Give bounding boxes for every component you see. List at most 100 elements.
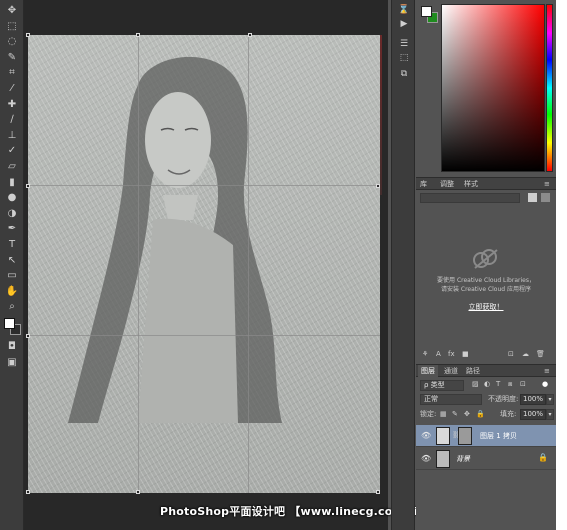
libraries-footer: ⚘ A fx ■ ⊡ ☁ 🗑 — [416, 349, 556, 361]
transform-handle[interactable] — [26, 334, 30, 338]
crop-tool-icon[interactable]: ⌗ — [4, 66, 20, 80]
foreground-color-swatch[interactable] — [4, 318, 15, 329]
photoshop-window: ✥ ⬚ ◌ ✎ ⌗ ⁄ ✚ ∕ ⊥ ✓ ▱ ▮ ● ◑ ✒ T ↖ ▭ ✋ ⌕ ◘ ▣ — [0, 0, 556, 530]
trash-icon[interactable]: 🗑 — [536, 349, 545, 360]
layer-name[interactable]: 图层 1 拷贝 — [480, 431, 517, 441]
char-style-icon[interactable]: A — [436, 349, 441, 360]
navigator-icon[interactable]: ⬚ — [397, 52, 411, 64]
lock-position-icon[interactable]: ✥ — [464, 409, 470, 420]
history-icon[interactable]: ⌛ — [397, 4, 411, 16]
lasso-tool-icon[interactable]: ◌ — [4, 35, 20, 49]
cc-sync-icon[interactable]: ⊡ — [508, 349, 514, 360]
add-content-icon[interactable]: ⚘ — [422, 349, 428, 360]
transform-handle[interactable] — [136, 490, 140, 494]
library-select[interactable] — [420, 193, 520, 203]
layer-kind-filter[interactable]: ρ 类型 — [420, 380, 464, 391]
layer-item[interactable]: 👁 背景 🔒 — [416, 448, 556, 470]
play-action-icon[interactable]: ▶ — [397, 18, 411, 30]
visibility-eye-icon[interactable]: 👁 — [421, 454, 431, 463]
gradient-tool-icon[interactable]: ▮ — [4, 176, 20, 190]
transform-handle[interactable] — [376, 184, 380, 188]
filter-smart-icon[interactable]: ⊡ — [520, 379, 526, 390]
screen-mode-icon[interactable]: ▣ — [4, 356, 20, 370]
history-brush-tool-icon[interactable]: ✓ — [4, 144, 20, 158]
layer-name[interactable]: 背景 — [456, 454, 470, 464]
lock-all-icon[interactable]: 🔒 — [476, 409, 485, 420]
tab-libraries[interactable]: 库 — [420, 178, 427, 190]
document-canvas[interactable] — [24, 0, 388, 530]
quick-select-tool-icon[interactable]: ✎ — [4, 51, 20, 65]
lock-image-icon[interactable]: ✎ — [452, 409, 458, 420]
fx-icon[interactable]: fx — [448, 349, 455, 360]
path-select-tool-icon[interactable]: ↖ — [4, 254, 20, 268]
eraser-tool-icon[interactable]: ▱ — [4, 160, 20, 174]
color-picker-panel — [416, 0, 556, 178]
color-square-icon[interactable]: ■ — [462, 349, 469, 360]
shape-tool-icon[interactable]: ▭ — [4, 269, 20, 283]
grid-view-icon[interactable] — [528, 193, 537, 202]
libraries-message-line: 要使用 Creative Cloud Libraries， — [437, 277, 535, 284]
lock-transparent-icon[interactable]: ▦ — [440, 409, 447, 420]
transform-handle[interactable] — [136, 33, 140, 37]
creative-cloud-icon — [473, 249, 498, 269]
move-tool-icon[interactable]: ✥ — [4, 4, 20, 18]
opacity-input[interactable]: 100% — [520, 394, 546, 405]
panel-dock: ⌛ ▶ ☰ ⬚ ⧉ — [391, 0, 415, 530]
character-panel-icon[interactable]: ⧉ — [397, 68, 411, 80]
clone-stamp-tool-icon[interactable]: ⊥ — [4, 129, 20, 143]
portrait-sketch — [68, 56, 282, 424]
fill-dropdown[interactable]: ▾ — [546, 409, 554, 420]
foreground-color-chip[interactable] — [421, 6, 432, 17]
fill-input[interactable]: 100% — [520, 409, 546, 420]
transform-handle[interactable] — [26, 490, 30, 494]
lock-label: 锁定: — [420, 410, 437, 418]
marquee-tool-icon[interactable]: ⬚ — [4, 20, 20, 34]
type-tool-icon[interactable]: T — [4, 238, 20, 252]
fill-label: 填充: — [500, 410, 517, 418]
panel-menu-icon[interactable]: ≡ — [544, 178, 550, 190]
layer-mask-thumbnail — [458, 427, 472, 445]
libraries-panel: 库 调整 样式 ≡ 要使用 Creative Cloud Libraries， … — [416, 178, 556, 361]
visibility-eye-icon[interactable]: 👁 — [421, 431, 431, 440]
opacity-dropdown[interactable]: ▾ — [546, 394, 554, 405]
tab-styles[interactable]: 样式 — [464, 178, 478, 190]
cloud-icon[interactable]: ☁ — [522, 349, 529, 360]
filter-pixel-icon[interactable]: ▨ — [472, 379, 479, 390]
list-view-icon[interactable] — [541, 193, 550, 202]
opacity-label: 不透明度: — [488, 395, 519, 403]
blur-tool-icon[interactable]: ● — [4, 191, 20, 205]
filter-type-icon[interactable]: T — [496, 379, 500, 390]
filter-toggle-icon[interactable]: ● — [542, 379, 548, 390]
transform-handle[interactable] — [26, 33, 30, 37]
adjust-panel-icon[interactable]: ☰ — [397, 38, 411, 50]
color-spectrum[interactable] — [441, 4, 545, 172]
filter-shape-icon[interactable]: ⧈ — [508, 379, 512, 390]
healing-brush-tool-icon[interactable]: ✚ — [4, 98, 20, 112]
sketch-image — [28, 35, 380, 493]
tab-adjustments[interactable]: 调整 — [440, 178, 454, 190]
eyedropper-tool-icon[interactable]: ⁄ — [4, 82, 20, 96]
brush-tool-icon[interactable]: ∕ — [4, 113, 20, 127]
blend-mode-select[interactable]: 正常 — [420, 394, 482, 405]
zoom-tool-icon[interactable]: ⌕ — [4, 300, 20, 314]
tab-paths[interactable]: 路径 — [466, 365, 480, 377]
transform-handle[interactable] — [26, 184, 30, 188]
tab-layers[interactable]: 图层 — [418, 365, 438, 377]
transform-handle[interactable] — [248, 33, 252, 37]
layers-panel: 图层 通道 路径 ≡ ρ 类型 ▨ ◐ T ⧈ ⊡ ● 正常 不透明度: 100… — [416, 364, 556, 530]
libraries-tabbar: 库 调整 样式 ≡ — [416, 178, 556, 190]
layers-menu-icon[interactable]: ≡ — [544, 365, 550, 377]
layer-item[interactable]: 👁 ⛓ 图层 1 拷贝 — [416, 425, 556, 447]
quick-mask-icon[interactable]: ◘ — [4, 340, 20, 354]
right-panels: 库 调整 样式 ≡ 要使用 Creative Cloud Libraries， … — [416, 0, 556, 530]
lock-row: 锁定: ▦ ✎ ✥ 🔒 填充: 100% ▾ — [416, 408, 556, 422]
get-it-now-link[interactable]: 立即获取！ — [416, 302, 556, 312]
hue-slider[interactable] — [546, 4, 553, 172]
filter-adjust-icon[interactable]: ◐ — [484, 379, 490, 390]
libraries-message-line: 请安装 Creative Cloud 应用程序 — [440, 286, 531, 293]
transform-handle[interactable] — [376, 490, 380, 494]
dodge-tool-icon[interactable]: ◑ — [4, 207, 20, 221]
tab-channels[interactable]: 通道 — [444, 365, 458, 377]
hand-tool-icon[interactable]: ✋ — [4, 285, 20, 299]
pen-tool-icon[interactable]: ✒ — [4, 222, 20, 236]
